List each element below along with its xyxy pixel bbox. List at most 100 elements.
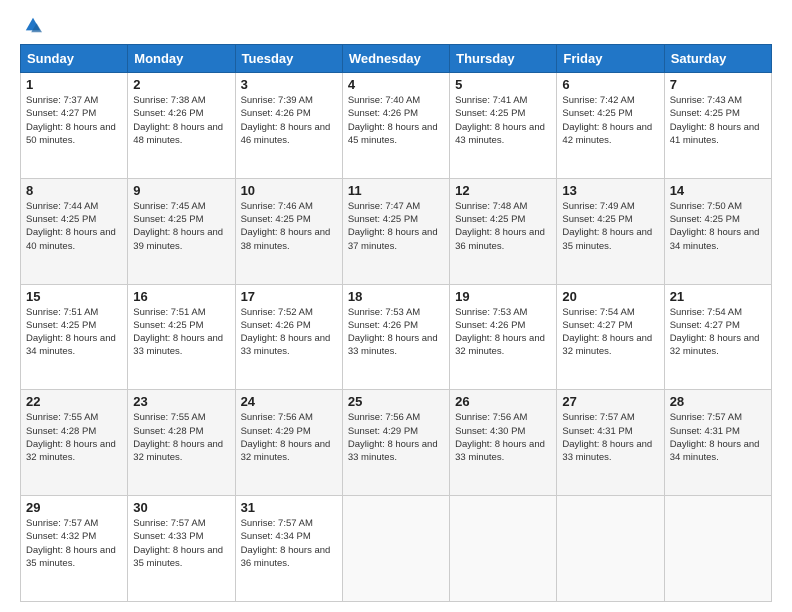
day-number: 22 <box>26 394 122 409</box>
day-number: 10 <box>241 183 337 198</box>
day-number: 17 <box>241 289 337 304</box>
page: SundayMondayTuesdayWednesdayThursdayFrid… <box>0 0 792 612</box>
day-info: Sunrise: 7:56 AMSunset: 4:29 PMDaylight:… <box>348 411 444 464</box>
calendar-cell: 1 Sunrise: 7:37 AMSunset: 4:27 PMDaylight… <box>21 73 128 179</box>
calendar-header-row: SundayMondayTuesdayWednesdayThursdayFrid… <box>21 45 772 73</box>
day-number: 23 <box>133 394 229 409</box>
calendar-cell: 9 Sunrise: 7:45 AMSunset: 4:25 PMDaylight… <box>128 178 235 284</box>
day-number: 14 <box>670 183 766 198</box>
day-info: Sunrise: 7:49 AMSunset: 4:25 PMDaylight:… <box>562 200 658 253</box>
day-info: Sunrise: 7:50 AMSunset: 4:25 PMDaylight:… <box>670 200 766 253</box>
calendar-week-row: 22 Sunrise: 7:55 AMSunset: 4:28 PMDayligh… <box>21 390 772 496</box>
day-number: 1 <box>26 77 122 92</box>
day-number: 4 <box>348 77 444 92</box>
calendar-cell: 11 Sunrise: 7:47 AMSunset: 4:25 PMDayligh… <box>342 178 449 284</box>
day-info: Sunrise: 7:53 AMSunset: 4:26 PMDaylight:… <box>348 306 444 359</box>
calendar-cell <box>557 496 664 602</box>
calendar-cell: 26 Sunrise: 7:56 AMSunset: 4:30 PMDayligh… <box>450 390 557 496</box>
day-info: Sunrise: 7:53 AMSunset: 4:26 PMDaylight:… <box>455 306 551 359</box>
calendar-cell <box>450 496 557 602</box>
calendar-cell: 6 Sunrise: 7:42 AMSunset: 4:25 PMDaylight… <box>557 73 664 179</box>
calendar-cell: 18Sunrise: 7:53 AMSunset: 4:26 PMDayligh… <box>342 284 449 390</box>
day-info: Sunrise: 7:54 AMSunset: 4:27 PMDaylight:… <box>562 306 658 359</box>
day-number: 9 <box>133 183 229 198</box>
day-number: 25 <box>348 394 444 409</box>
calendar-cell: 16 Sunrise: 7:51 AMSunset: 4:25 PMDayligh… <box>128 284 235 390</box>
day-number: 16 <box>133 289 229 304</box>
calendar-week-row: 1 Sunrise: 7:37 AMSunset: 4:27 PMDaylight… <box>21 73 772 179</box>
calendar-cell: 7 Sunrise: 7:43 AMSunset: 4:25 PMDaylight… <box>664 73 771 179</box>
day-info: Sunrise: 7:37 AMSunset: 4:27 PMDaylight:… <box>26 94 122 147</box>
calendar-cell: 19 Sunrise: 7:53 AMSunset: 4:26 PMDayligh… <box>450 284 557 390</box>
day-number: 29 <box>26 500 122 515</box>
calendar-cell: 17 Sunrise: 7:52 AMSunset: 4:26 PMDayligh… <box>235 284 342 390</box>
day-info: Sunrise: 7:48 AMSunset: 4:25 PMDaylight:… <box>455 200 551 253</box>
calendar-cell: 21Sunrise: 7:54 AMSunset: 4:27 PMDayligh… <box>664 284 771 390</box>
calendar-table: SundayMondayTuesdayWednesdayThursdayFrid… <box>20 44 772 602</box>
day-info: Sunrise: 7:46 AMSunset: 4:25 PMDaylight:… <box>241 200 337 253</box>
day-number: 15 <box>26 289 122 304</box>
calendar-header-sunday: Sunday <box>21 45 128 73</box>
day-number: 11 <box>348 183 444 198</box>
calendar-cell: 20Sunrise: 7:54 AMSunset: 4:27 PMDayligh… <box>557 284 664 390</box>
calendar-cell <box>664 496 771 602</box>
day-number: 3 <box>241 77 337 92</box>
header <box>20 16 772 34</box>
calendar-cell: 12 Sunrise: 7:48 AMSunset: 4:25 PMDayligh… <box>450 178 557 284</box>
calendar-week-row: 15 Sunrise: 7:51 AMSunset: 4:25 PMDayligh… <box>21 284 772 390</box>
calendar-cell: 28 Sunrise: 7:57 AMSunset: 4:31 PMDayligh… <box>664 390 771 496</box>
day-number: 30 <box>133 500 229 515</box>
day-number: 5 <box>455 77 551 92</box>
day-info: Sunrise: 7:51 AMSunset: 4:25 PMDaylight:… <box>26 306 122 359</box>
calendar-cell: 13Sunrise: 7:49 AMSunset: 4:25 PMDayligh… <box>557 178 664 284</box>
day-info: Sunrise: 7:52 AMSunset: 4:26 PMDaylight:… <box>241 306 337 359</box>
day-info: Sunrise: 7:57 AMSunset: 4:31 PMDaylight:… <box>670 411 766 464</box>
day-number: 19 <box>455 289 551 304</box>
calendar-cell: 10 Sunrise: 7:46 AMSunset: 4:25 PMDayligh… <box>235 178 342 284</box>
calendar-cell: 2Sunrise: 7:38 AMSunset: 4:26 PMDaylight… <box>128 73 235 179</box>
day-number: 31 <box>241 500 337 515</box>
logo-icon <box>24 16 42 34</box>
calendar-cell: 4 Sunrise: 7:40 AMSunset: 4:26 PMDaylight… <box>342 73 449 179</box>
calendar-cell: 14 Sunrise: 7:50 AMSunset: 4:25 PMDayligh… <box>664 178 771 284</box>
day-info: Sunrise: 7:40 AMSunset: 4:26 PMDaylight:… <box>348 94 444 147</box>
day-info: Sunrise: 7:57 AMSunset: 4:31 PMDaylight:… <box>562 411 658 464</box>
calendar-cell: 23 Sunrise: 7:55 AMSunset: 4:28 PMDayligh… <box>128 390 235 496</box>
day-number: 26 <box>455 394 551 409</box>
calendar-cell <box>342 496 449 602</box>
day-info: Sunrise: 7:41 AMSunset: 4:25 PMDaylight:… <box>455 94 551 147</box>
calendar-header-tuesday: Tuesday <box>235 45 342 73</box>
calendar-header-monday: Monday <box>128 45 235 73</box>
day-info: Sunrise: 7:45 AMSunset: 4:25 PMDaylight:… <box>133 200 229 253</box>
calendar-cell: 30Sunrise: 7:57 AMSunset: 4:33 PMDayligh… <box>128 496 235 602</box>
calendar-cell: 8Sunrise: 7:44 AMSunset: 4:25 PMDaylight… <box>21 178 128 284</box>
day-number: 27 <box>562 394 658 409</box>
calendar-header-wednesday: Wednesday <box>342 45 449 73</box>
calendar-header-thursday: Thursday <box>450 45 557 73</box>
calendar-cell: 24Sunrise: 7:56 AMSunset: 4:29 PMDayligh… <box>235 390 342 496</box>
logo <box>20 16 42 34</box>
calendar-cell: 27 Sunrise: 7:57 AMSunset: 4:31 PMDayligh… <box>557 390 664 496</box>
calendar-cell: 3 Sunrise: 7:39 AMSunset: 4:26 PMDaylight… <box>235 73 342 179</box>
calendar-header-friday: Friday <box>557 45 664 73</box>
day-info: Sunrise: 7:43 AMSunset: 4:25 PMDaylight:… <box>670 94 766 147</box>
calendar-cell: 29 Sunrise: 7:57 AMSunset: 4:32 PMDayligh… <box>21 496 128 602</box>
day-info: Sunrise: 7:39 AMSunset: 4:26 PMDaylight:… <box>241 94 337 147</box>
day-number: 28 <box>670 394 766 409</box>
day-number: 7 <box>670 77 766 92</box>
calendar-cell: 25 Sunrise: 7:56 AMSunset: 4:29 PMDayligh… <box>342 390 449 496</box>
day-info: Sunrise: 7:55 AMSunset: 4:28 PMDaylight:… <box>133 411 229 464</box>
day-number: 12 <box>455 183 551 198</box>
day-info: Sunrise: 7:57 AMSunset: 4:32 PMDaylight:… <box>26 517 122 570</box>
day-info: Sunrise: 7:47 AMSunset: 4:25 PMDaylight:… <box>348 200 444 253</box>
day-info: Sunrise: 7:42 AMSunset: 4:25 PMDaylight:… <box>562 94 658 147</box>
calendar-week-row: 8Sunrise: 7:44 AMSunset: 4:25 PMDaylight… <box>21 178 772 284</box>
calendar-header-saturday: Saturday <box>664 45 771 73</box>
day-info: Sunrise: 7:51 AMSunset: 4:25 PMDaylight:… <box>133 306 229 359</box>
day-info: Sunrise: 7:44 AMSunset: 4:25 PMDaylight:… <box>26 200 122 253</box>
day-info: Sunrise: 7:56 AMSunset: 4:29 PMDaylight:… <box>241 411 337 464</box>
day-number: 6 <box>562 77 658 92</box>
day-info: Sunrise: 7:54 AMSunset: 4:27 PMDaylight:… <box>670 306 766 359</box>
calendar-cell: 5 Sunrise: 7:41 AMSunset: 4:25 PMDaylight… <box>450 73 557 179</box>
day-info: Sunrise: 7:56 AMSunset: 4:30 PMDaylight:… <box>455 411 551 464</box>
